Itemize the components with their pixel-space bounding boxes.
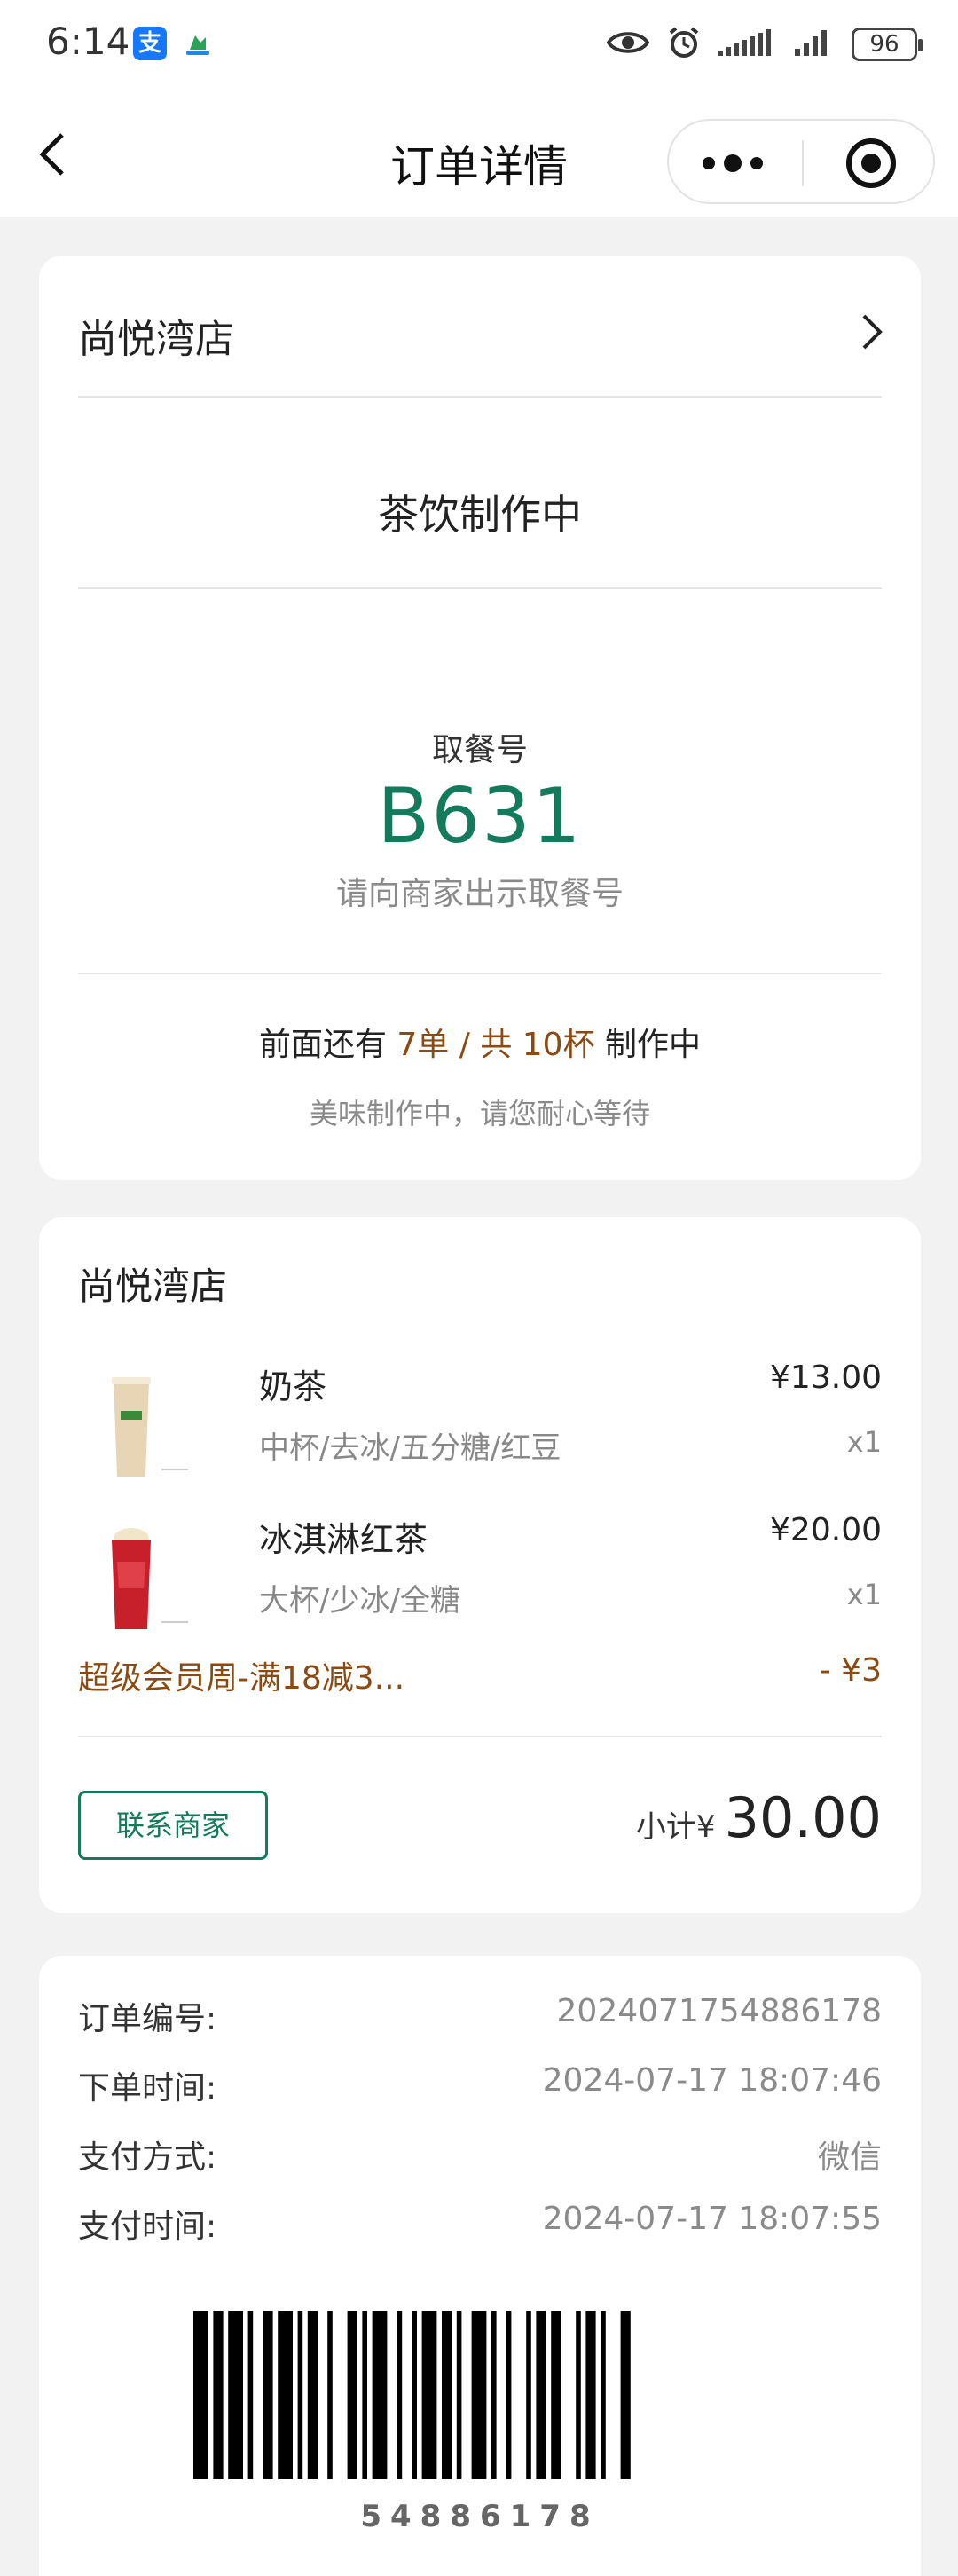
info-row-order-time: 下单时间: 2024-07-17 18:07:46 [78, 2062, 882, 2115]
info-label: 下单时间: [78, 2070, 217, 2107]
info-row-payment-method: 支付方式: 微信 [78, 2131, 882, 2185]
item-qty: x1 [846, 1425, 882, 1459]
pickup-number: B631 [377, 772, 583, 861]
info-label: 支付时间: [78, 2209, 217, 2245]
app-icon [181, 27, 215, 60]
item-spec: 大杯/少冰/全糖 [259, 1583, 460, 1619]
info-value: 2024-07-17 18:07:46 [542, 2062, 882, 2099]
status-bar: 6:14 支 96 [0, 0, 958, 92]
divider [78, 396, 882, 398]
contact-merchant-button[interactable]: 联系商家 [78, 1791, 268, 1860]
divider [78, 973, 882, 974]
subtotal-label: 小计¥ [635, 1809, 716, 1845]
info-label: 订单编号: [78, 2001, 217, 2037]
store-name[interactable]: 尚悦湾店 [78, 307, 234, 364]
info-row-payment-time: 支付时间: 2024-07-17 18:07:55 [78, 2201, 882, 2254]
subtotal: 小计¥ 30.00 [636, 1785, 882, 1850]
barcode-number: 54886178 [360, 2499, 600, 2534]
alipay-icon: 支 [133, 27, 167, 60]
info-value: 2024071754886178 [556, 1993, 882, 2029]
queue-hint: 美味制作中，请您耐心等待 [309, 1097, 650, 1130]
chevron-right-icon[interactable] [859, 312, 885, 351]
item-price: ¥20.00 [770, 1512, 882, 1548]
order-store-name: 尚悦湾店 [78, 1264, 228, 1308]
queue-count: 7单 / 共 10杯 [397, 1027, 595, 1063]
subtotal-value: 30.00 [724, 1785, 883, 1850]
info-value: 微信 [817, 2139, 882, 2176]
capsule-divider [802, 140, 804, 186]
queue-status: 前面还有 7单 / 共 10杯 制作中 [39, 1019, 921, 1065]
order-status: 茶饮制作中 [378, 491, 582, 539]
alarm-icon [667, 26, 701, 63]
pickup-label: 取餐号 [431, 732, 528, 768]
signal-icon [795, 28, 834, 61]
order-info-card: 订单编号: 2024071754886178 下单时间: 2024-07-17 … [39, 1956, 921, 2576]
item-qty: x1 [846, 1578, 882, 1611]
iced-tea-image [78, 1509, 211, 1642]
divider [78, 1736, 882, 1737]
item-name: 奶茶 [259, 1367, 327, 1406]
mini-program-capsule [667, 119, 935, 204]
pickup-hint: 请向商家出示取餐号 [335, 876, 624, 912]
signal-icon [718, 28, 777, 61]
list-item: 奶茶 中杯/去冰/五分糖/红豆 ¥13.00 x1 [78, 1356, 882, 1489]
status-icons: 96 [606, 25, 923, 64]
info-row-order-number: 订单编号: 2024071754886178 [78, 1993, 882, 2046]
promo-name: 超级会员周-满18减3... [78, 1660, 405, 1697]
battery-icon: 96 [852, 28, 923, 61]
promo-value: - ¥3 [819, 1652, 882, 1689]
order-items-card: 尚悦湾店 奶茶 中杯/去冰/五分糖/红豆 ¥13.00 x1 冰淇淋红茶 大杯/… [39, 1217, 921, 1913]
eye-icon [606, 28, 650, 60]
info-label: 支付方式: [78, 2139, 217, 2176]
info-value: 2024-07-17 18:07:55 [542, 2201, 882, 2237]
divider [78, 587, 882, 589]
nav-bar: 订单详情 [0, 92, 958, 217]
milk-tea-image [78, 1356, 211, 1489]
list-item: 冰淇淋红茶 大杯/少冰/全糖 ¥20.00 x1 [78, 1509, 882, 1642]
item-spec: 中杯/去冰/五分糖/红豆 [259, 1430, 561, 1466]
status-time: 6:14 [46, 20, 130, 63]
barcode [193, 2311, 766, 2479]
target-icon[interactable] [846, 138, 896, 188]
item-price: ¥13.00 [770, 1359, 882, 1396]
item-name: 冰淇淋红茶 [259, 1520, 428, 1559]
more-dots-icon[interactable] [703, 147, 773, 179]
order-status-card: 尚悦湾店 茶饮制作中 取餐号 B631 请向商家出示取餐号 前面还有 7单 / … [39, 256, 921, 1180]
queue-prefix: 前面还有 [258, 1027, 397, 1063]
queue-suffix: 制作中 [594, 1027, 702, 1063]
